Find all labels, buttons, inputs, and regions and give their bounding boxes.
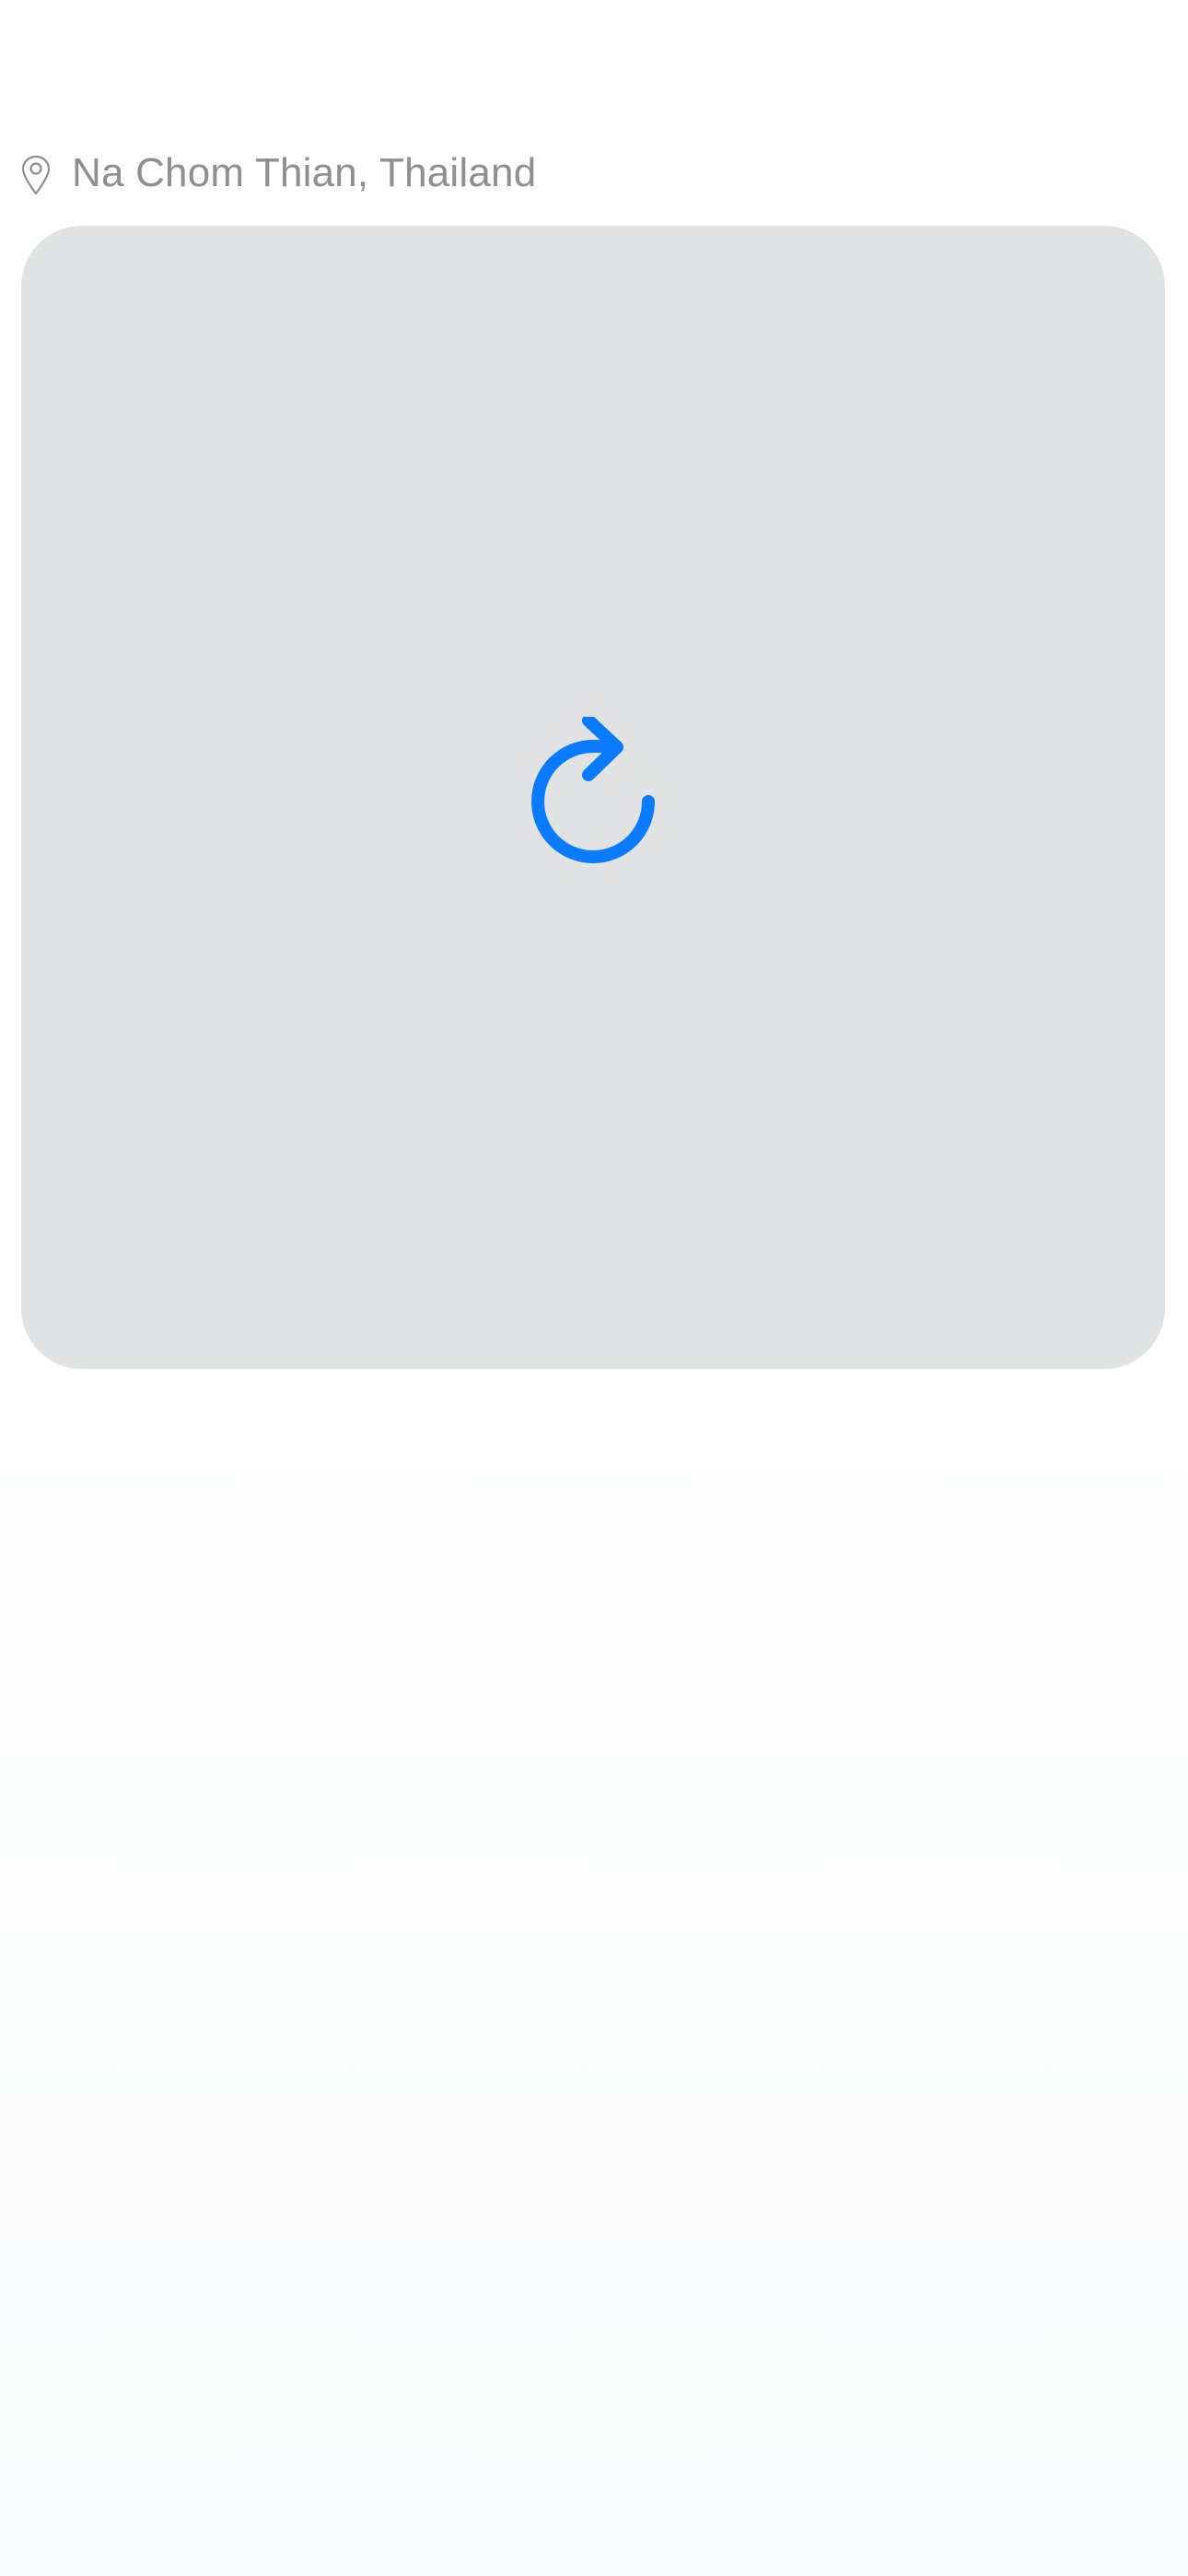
location-label: Na Chom Thian, Thailand — [72, 150, 537, 195]
reload-icon — [531, 716, 655, 863]
reload-button[interactable] — [524, 716, 662, 873]
map-pin-icon — [21, 155, 51, 195]
photo-placeholder-card — [21, 226, 1165, 1369]
location-header: Na Chom Thian, Thailand — [20, 147, 536, 199]
